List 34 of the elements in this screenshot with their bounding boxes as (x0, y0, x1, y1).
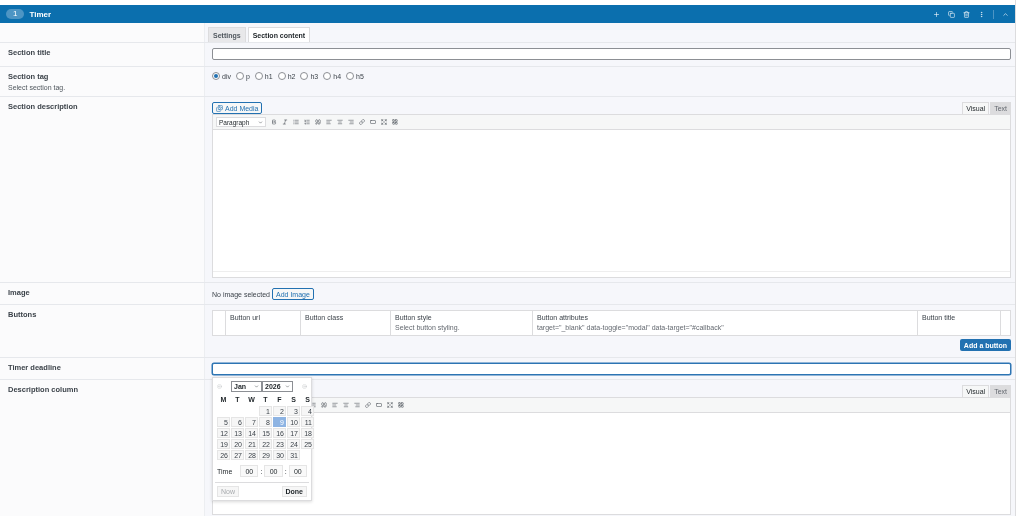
panel-title: Timer (29, 9, 53, 19)
chevron-down-icon (285, 384, 290, 389)
bold-icon[interactable] (271, 119, 277, 125)
link-icon[interactable] (365, 402, 371, 408)
numbered-list-icon[interactable] (304, 119, 310, 125)
text-input[interactable] (212, 48, 1011, 60)
align-center-icon[interactable] (343, 402, 349, 408)
toolbar-toggle-icon[interactable] (398, 402, 404, 408)
bullet-list-icon[interactable] (293, 119, 299, 125)
date-input[interactable] (212, 363, 1011, 375)
toolbar-toggle-icon[interactable] (392, 119, 398, 125)
italic-icon[interactable] (282, 119, 288, 125)
align-left-icon[interactable] (326, 119, 332, 125)
media-icon (216, 104, 223, 112)
next-month-icon[interactable] (302, 384, 307, 389)
add-icon[interactable] (933, 10, 940, 18)
fullscreen-icon[interactable] (381, 119, 387, 125)
previous-month-icon[interactable] (217, 384, 222, 389)
trash-icon[interactable] (963, 10, 970, 18)
chevron-down-icon (258, 119, 263, 125)
collapse-icon[interactable] (1002, 10, 1009, 18)
quote-icon[interactable] (321, 402, 327, 408)
numbered-list-icon[interactable] (310, 402, 316, 408)
align-center-icon[interactable] (337, 119, 343, 125)
align-right-icon[interactable] (354, 402, 360, 408)
read-more-icon[interactable] (376, 402, 382, 408)
read-more-icon[interactable] (370, 119, 376, 125)
link-icon[interactable] (359, 119, 365, 125)
fullscreen-icon[interactable] (387, 402, 393, 408)
align-left-icon[interactable] (332, 402, 338, 408)
quote-icon[interactable] (315, 119, 321, 125)
align-right-icon[interactable] (348, 119, 354, 125)
duplicate-icon[interactable] (948, 10, 955, 18)
chevron-down-icon (254, 384, 259, 389)
